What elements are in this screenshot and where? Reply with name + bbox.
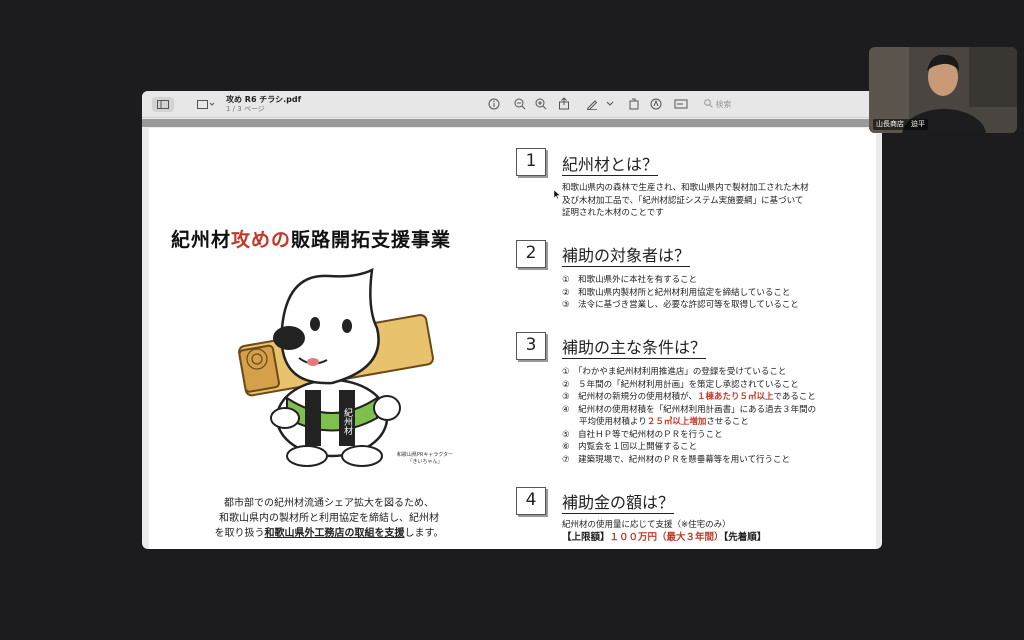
webcam-tile: 山長商店 迫平 <box>869 47 1017 133</box>
search-placeholder: 検索 <box>715 100 732 109</box>
flyer-description: 都市部での紀州材流通シェア拡大を図るため、 和歌山県内の製材所と利用協定を締結し… <box>189 496 469 541</box>
section-4-line-2a: 【上限額】 <box>562 531 610 543</box>
section-4-line-2b: １００万円（最大３年間） <box>609 531 724 543</box>
section-1-body: 和歌山県内の森林で生産され、和歌山県内で製材加工された木材 及び木材加工品で、「… <box>562 182 809 220</box>
desc-line-3b: 和歌山県外工務店の取組を支援 <box>264 528 405 539</box>
section-3-line-3c: であること <box>773 392 816 402</box>
section-3-number: 3 <box>516 332 546 360</box>
info-icon[interactable] <box>488 98 500 110</box>
section-2-body: ① 和歌山県外に本社を有すること ② 和歌山県内製材所と紀州材利用協定を締結して… <box>562 274 799 312</box>
section-3-body: ① 「わかやま紀州材利用推進店」の登録を受けていること ② ５年間の「紀州材利用… <box>562 366 816 466</box>
section-3-line-3a: ③ 紀州材の新規分の使用材積が、 <box>562 392 697 402</box>
participant-name-label: 山長商店 迫平 <box>873 119 928 130</box>
section-3-line-5b: ２５㎥以上増加 <box>646 417 707 427</box>
title-part-2: 攻めの <box>231 229 292 251</box>
page-indicator: 1 / 3 ページ <box>226 105 265 113</box>
desc-line-3a: を取り扱う <box>214 528 265 539</box>
search-icon <box>704 99 713 108</box>
search-field[interactable]: 検索 <box>698 97 868 112</box>
title-part-3: 販路開拓支援事業 <box>291 229 452 251</box>
section-1-number: 1 <box>516 148 546 176</box>
section-1-line: 及び木材加工品で、「紀州材認証システム実施要綱」に基づいて <box>562 195 804 206</box>
zoom-in-icon[interactable] <box>535 98 547 110</box>
section-3-line: ① 「わかやま紀州材利用推進店」の登録を受けていること <box>562 367 787 377</box>
mouse-cursor-icon <box>554 190 560 199</box>
section-3-line: ② ５年間の「紀州材利用計画」を策定し承認されていること <box>562 379 799 390</box>
mascot-caption-line-2: 「きいちゃん」 <box>407 459 443 465</box>
form-fill-icon[interactable] <box>674 98 688 110</box>
mascot-caption: 和歌山県PRキャラクター 「きいちゃん」 <box>385 452 465 466</box>
section-3-line: ⑦ 建築現場で、紀州材のＰＲを懸垂幕等を用いて行うこと <box>562 454 791 465</box>
view-menu-button[interactable] <box>195 97 217 112</box>
section-4-number: 4 <box>516 487 546 515</box>
zoom-out-icon[interactable] <box>514 98 526 110</box>
section-3-heading: 補助の主な条件は？ <box>562 338 707 359</box>
section-3-line: ⑥ 内覧会を１回以上開催すること <box>562 442 698 452</box>
share-icon[interactable] <box>558 97 570 110</box>
mascot-illustration: 紀州材 <box>238 268 434 467</box>
section-3-line: ③ 紀州材の新規分の使用材積が、１棟あたり５㎥以上であること <box>562 391 816 404</box>
page-gutter <box>142 119 882 127</box>
section-3-line-5a: 平均使用材積より <box>562 417 647 427</box>
section-3-line-3b: １棟あたり５㎥以上 <box>696 392 774 402</box>
section-4-body: 紀州材の使用量に応じて支援（※住宅のみ） 【上限額】１００万円（最大３年間）【先… <box>562 519 766 544</box>
section-3-line: ④ 紀州材の使用材積を「紀州材利用計画書」にある過去３年間の <box>562 404 817 415</box>
section-2-number: 2 <box>516 240 546 268</box>
desc-line-1: 都市部での紀州材流通シェア拡大を図るため、 <box>224 498 434 509</box>
section-2-line: ② 和歌山県内製材所と紀州材利用協定を締結していること <box>562 287 791 298</box>
section-4-line: 紀州材の使用量に応じて支援（※住宅のみ） <box>562 520 731 530</box>
sidebar-toggle-button[interactable] <box>152 97 174 112</box>
section-1-line: 証明された木材のことです <box>562 208 664 218</box>
annotate-icon[interactable] <box>650 98 662 110</box>
markup-pen-icon[interactable] <box>586 98 598 110</box>
rotate-icon[interactable] <box>628 98 640 110</box>
section-2-line: ③ 法令に基づき営業し、必要な許認可等を取得していること <box>562 300 799 310</box>
view-icon <box>197 100 215 109</box>
section-4-heading: 補助金の額は？ <box>562 493 675 514</box>
pdf-page[interactable]: 紀州材攻めの販路開拓支援事業 紀州材 和歌山県PRキャラクター 「きいちゃん」 … <box>149 128 876 549</box>
section-1-heading: 紀州材とは？ <box>562 155 659 176</box>
preview-window: 攻め R6 チラシ.pdf 1 / 3 ページ 検索 紀州材攻めの販路開拓支援事… <box>142 91 882 549</box>
section-2-heading: 補助の対象者は？ <box>562 246 691 267</box>
document-title: 攻め R6 チラシ.pdf <box>226 95 302 104</box>
mascot-sign-text: 紀州材 <box>342 407 353 435</box>
flyer-title: 紀州材攻めの販路開拓支援事業 <box>171 225 491 252</box>
desc-line-3c: します。 <box>404 528 444 539</box>
section-3-line: 平均使用材積より２５㎥以上増加させること <box>562 416 816 429</box>
title-part-1: 紀州材 <box>171 229 232 251</box>
section-2-line: ① 和歌山県外に本社を有すること <box>562 275 698 285</box>
chevron-down-icon[interactable] <box>606 101 614 107</box>
mascot-caption-line-1: 和歌山県PRキャラクター <box>396 452 454 458</box>
section-4-line-2c: 【先着順】 <box>723 531 767 543</box>
section-4-line: 【上限額】１００万円（最大３年間）【先着順】 <box>562 532 766 545</box>
desc-line-2: 和歌山県内の製材所と利用協定を締結し、紀州材 <box>219 513 439 524</box>
section-3-line: ⑤ 自社ＨＰ等で紀州材のＰＲを行うこと <box>562 429 723 440</box>
toolbar: 攻め R6 チラシ.pdf 1 / 3 ページ 検索 <box>142 91 882 118</box>
desc-line-3: を取り扱う和歌山県外工務店の取組を支援します。 <box>189 526 469 541</box>
sidebar-icon <box>157 100 169 109</box>
section-3-line-5c: させること <box>706 417 749 427</box>
title-block: 攻め R6 チラシ.pdf 1 / 3 ページ <box>226 95 301 114</box>
section-1-line: 和歌山県内の森林で生産され、和歌山県内で製材加工された木材 <box>562 183 809 193</box>
